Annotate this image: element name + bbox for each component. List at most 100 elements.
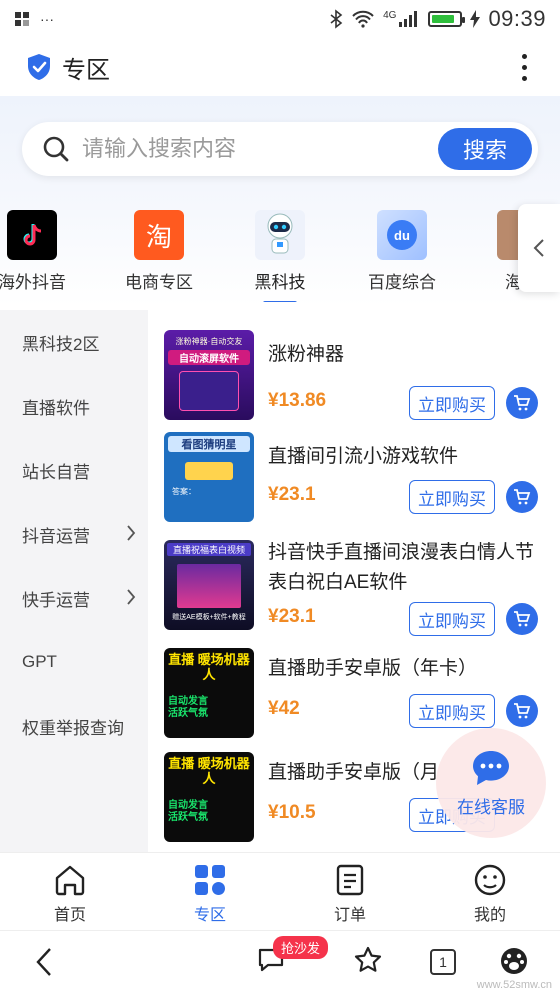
- tiktok-icon: [7, 210, 57, 260]
- add-to-cart-button[interactable]: [506, 695, 538, 727]
- baidu-paw-icon: [501, 948, 527, 974]
- sidebar-item-black-tech-2[interactable]: 黑科技2区: [0, 310, 148, 374]
- sidebar-item-live-software[interactable]: 直播软件: [0, 374, 148, 438]
- tab-home[interactable]: 首页: [0, 853, 140, 930]
- search-input[interactable]: [82, 136, 402, 162]
- sidebar-item-label: 站长自营: [22, 462, 90, 482]
- watermark: www.52smw.cn: [476, 979, 552, 991]
- chevron-right-icon: [127, 525, 136, 541]
- status-bar: ··· 4G 09:39: [0, 0, 560, 38]
- baidu-icon: du: [377, 210, 427, 260]
- product-thumbnail: 看图猜明星 答案：: [164, 432, 254, 522]
- tab-label: 专区: [193, 907, 226, 924]
- status-dots: ···: [40, 11, 54, 27]
- thumb-title: 看图猜明星: [168, 436, 250, 452]
- online-service-button[interactable]: 在线客服: [436, 728, 546, 838]
- sidebar-item-label: 抖音运营: [22, 526, 90, 546]
- back-button[interactable]: [34, 945, 54, 984]
- search-button[interactable]: 搜索: [438, 128, 532, 170]
- page-title: 专区: [62, 56, 110, 84]
- add-to-cart-button[interactable]: [506, 481, 538, 513]
- sidebar-item-kuaishou-ops[interactable]: 快手运营: [0, 566, 148, 630]
- product-price: ¥13.86: [268, 390, 327, 411]
- online-service-label: 在线客服: [457, 797, 525, 817]
- product-price: ¥10.5: [268, 802, 316, 823]
- profile-icon: [474, 864, 506, 896]
- product-card[interactable]: 直播 暖场机器人 自动发言 活跃气氛 直播助手安卓版（年卡） ¥42 立即购买: [164, 648, 554, 740]
- product-card[interactable]: 涨粉神器·自动交友 自动滚屏软件 涨粉神器 ¥13.86 立即购买: [164, 330, 554, 422]
- sidebar-item-label: 快手运营: [22, 590, 90, 610]
- tab-count: 1: [430, 949, 456, 975]
- chevron-left-icon: [36, 948, 51, 976]
- category-tiktok-overseas[interactable]: 海外抖音: [0, 210, 92, 293]
- sidebar-item-label: 直播软件: [22, 398, 90, 418]
- category-black-tech[interactable]: 黑科技: [220, 210, 340, 302]
- home-icon: [55, 865, 85, 896]
- network-type: 4G: [383, 9, 397, 21]
- product-price: ¥23.1: [268, 484, 316, 505]
- chat-bubble-icon: [473, 750, 509, 785]
- sidebar-item-weight-report[interactable]: 权重举报查询: [0, 694, 148, 758]
- cart-icon: [514, 611, 531, 627]
- sidebar-item-label: 权重举报查询: [22, 718, 124, 738]
- add-to-cart-button[interactable]: [506, 387, 538, 419]
- product-card[interactable]: 看图猜明星 答案： 直播间引流小游戏软件 ¥23.1 立即购买: [164, 432, 554, 524]
- product-price: ¥23.1: [268, 606, 316, 627]
- buy-now-button[interactable]: 立即购买: [409, 694, 495, 728]
- tab-profile[interactable]: 我的: [420, 853, 560, 930]
- thumb-subtitle: 自动发言 活跃气氛: [168, 800, 208, 823]
- thumb-title: 直播祝福表白视频: [167, 543, 251, 556]
- robot-icon: [255, 210, 305, 260]
- buy-now-button[interactable]: 立即购买: [409, 602, 495, 636]
- sidebar-item-webmaster[interactable]: 站长自营: [0, 438, 148, 502]
- signal-icon: [399, 11, 418, 27]
- star-icon: [354, 946, 382, 972]
- baidu-paw-button[interactable]: [500, 947, 528, 980]
- cart-icon: [514, 395, 531, 411]
- product-name: 直播间引流小游戏软件: [268, 446, 459, 467]
- category-baidu[interactable]: du 百度综合: [342, 210, 462, 293]
- product-thumbnail: 直播 暖场机器人 自动发言 活跃气氛: [164, 752, 254, 842]
- grid-icon: [195, 865, 225, 895]
- sidebar-item-douyin-ops[interactable]: 抖音运营: [0, 502, 148, 566]
- category-strip: 海外抖音 淘 电商专区 黑科技 du 百度综合 海外: [0, 206, 560, 302]
- product-card[interactable]: 直播祝福表白视频 赠送AE模板+软件+教程 抖音快手直播间浪漫表白情人节表白祝白…: [164, 540, 554, 636]
- more-menu-button[interactable]: [514, 53, 534, 81]
- tab-zone[interactable]: 专区: [140, 853, 280, 930]
- favorite-button[interactable]: [353, 945, 383, 980]
- product-name: 涨粉神器: [268, 344, 345, 365]
- cart-icon: [514, 489, 531, 505]
- thumb-title: 直播 暖场机器人: [168, 756, 250, 786]
- thumb-title: 自动滚屏软件: [168, 350, 250, 365]
- sidebar-item-label: GPT: [22, 652, 57, 671]
- category-ecommerce[interactable]: 淘 电商专区: [99, 210, 219, 293]
- category-label: 百度综合: [368, 273, 436, 292]
- thumb-subtitle: 答案：: [172, 487, 196, 496]
- taobao-icon: 淘: [134, 210, 184, 260]
- tab-label: 订单: [333, 907, 366, 924]
- tab-label: 首页: [53, 907, 86, 924]
- thumb-subtitle: 赠送AE模板+软件+教程: [172, 614, 246, 621]
- thumb-subtitle: 涨粉神器·自动交友: [175, 337, 243, 346]
- product-thumbnail: 直播祝福表白视频 赠送AE模板+软件+教程: [164, 540, 254, 630]
- active-underline: [263, 301, 297, 302]
- product-thumbnail: 涨粉神器·自动交友 自动滚屏软件: [164, 330, 254, 420]
- buy-now-button[interactable]: 立即购买: [409, 480, 495, 514]
- clock: 09:39: [488, 6, 546, 31]
- sidebar-item-label: 黑科技2区: [22, 334, 100, 354]
- tab-label: 我的: [473, 907, 506, 924]
- bottom-tab-bar: 首页 专区 订单 我的: [0, 852, 560, 930]
- search-icon: [43, 136, 69, 162]
- category-expand-button[interactable]: [518, 204, 560, 292]
- order-icon: [336, 864, 364, 896]
- tab-orders[interactable]: 订单: [280, 853, 420, 930]
- sidebar-item-gpt[interactable]: GPT: [0, 630, 148, 694]
- buy-now-button[interactable]: 立即购买: [409, 386, 495, 420]
- product-thumbnail: 直播 暖场机器人 自动发言 活跃气氛: [164, 648, 254, 738]
- product-price: ¥42: [268, 698, 300, 719]
- charging-icon: [470, 10, 481, 28]
- wifi-icon: [352, 10, 374, 28]
- product-name: 直播助手安卓版（年卡）: [268, 658, 478, 679]
- add-to-cart-button[interactable]: [506, 603, 538, 635]
- tabs-button[interactable]: 1: [430, 949, 456, 975]
